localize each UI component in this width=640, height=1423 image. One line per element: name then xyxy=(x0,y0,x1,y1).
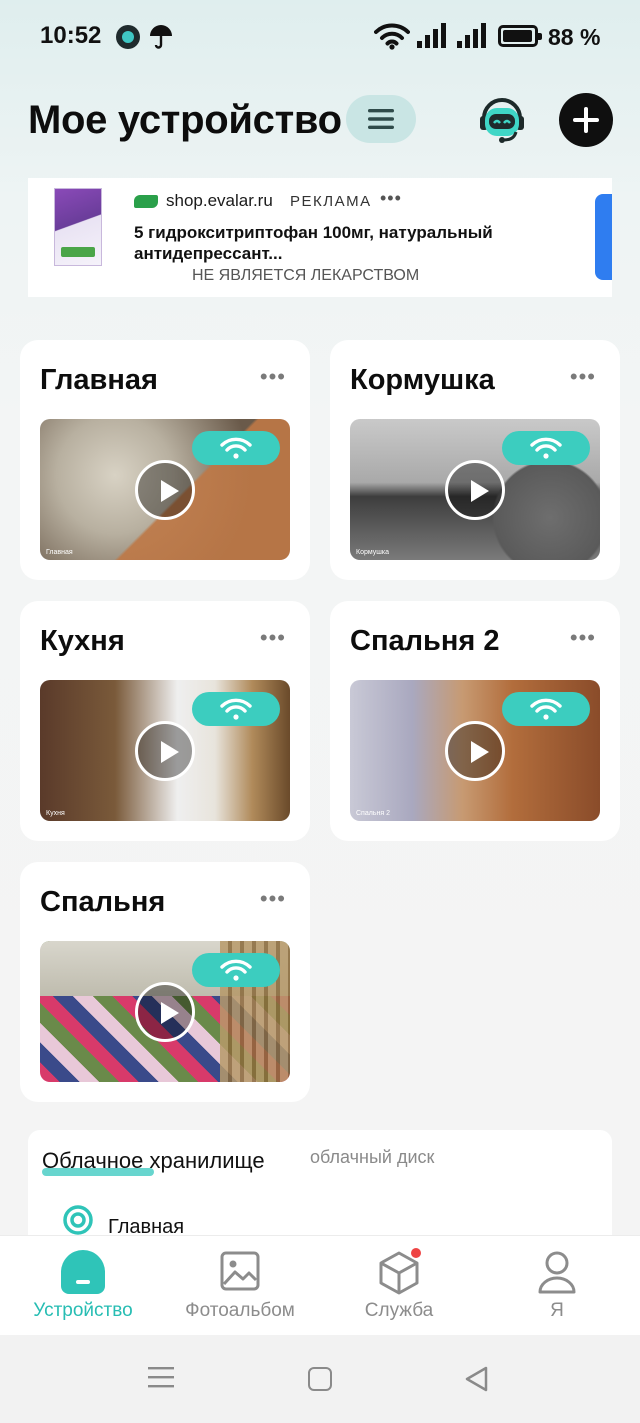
wifi-icon xyxy=(530,698,562,720)
tab-label: Я xyxy=(550,1300,564,1321)
device-name: Кухня xyxy=(40,625,125,657)
device-name: Главная xyxy=(40,364,158,396)
back-icon[interactable] xyxy=(464,1365,490,1393)
notification-badge xyxy=(411,1248,421,1258)
more-options-button[interactable]: ••• xyxy=(260,625,286,651)
wifi-icon xyxy=(530,437,562,459)
camera-preview[interactable] xyxy=(40,941,290,1082)
signal-icon-2 xyxy=(457,23,486,48)
more-options-button[interactable]: ••• xyxy=(570,625,596,651)
ad-text: 5 гидрокситриптофан 100мг, натуральный а… xyxy=(134,223,493,263)
home-icon xyxy=(61,1250,105,1294)
more-options-button[interactable]: ••• xyxy=(260,886,286,912)
wifi-status-icon xyxy=(374,23,410,50)
device-card[interactable]: Главная ••• Главная xyxy=(20,340,310,580)
wifi-status-badge xyxy=(192,692,280,726)
wifi-status-badge xyxy=(192,431,280,465)
ad-product-image xyxy=(54,188,102,266)
home-nav-icon[interactable] xyxy=(308,1367,332,1391)
device-card[interactable]: Спальня ••• xyxy=(20,862,310,1102)
ad-cta-button[interactable] xyxy=(595,194,612,280)
battery-icon xyxy=(498,25,542,47)
camera-lens-icon xyxy=(63,1205,93,1235)
camera-preview[interactable]: Кухня xyxy=(40,680,290,821)
umbrella-icon xyxy=(150,25,172,49)
device-name: Спальня xyxy=(40,886,166,918)
play-button[interactable] xyxy=(135,460,195,520)
photo-icon xyxy=(220,1251,260,1291)
ad-disclaimer: НЕ ЯВЛЯЕТСЯ ЛЕКАРСТВОМ xyxy=(192,267,420,284)
hamburger-icon xyxy=(368,109,394,129)
camera-preview[interactable]: Спальня 2 xyxy=(350,680,600,821)
tab-label: Фотоальбом xyxy=(185,1300,295,1321)
page-title: Мое устройство xyxy=(28,98,342,142)
ad-domain: shop.evalar.ru xyxy=(166,191,273,210)
device-name: Спальня 2 xyxy=(350,625,500,657)
device-card[interactable]: Спальня 2 ••• Спальня 2 xyxy=(330,601,620,841)
more-options-button[interactable]: ••• xyxy=(260,364,286,390)
camera-overlay-label: Спальня 2 xyxy=(356,810,390,817)
wifi-icon xyxy=(220,698,252,720)
evalar-logo xyxy=(134,195,158,208)
battery-percent: 88 % xyxy=(548,24,601,50)
more-options-button[interactable]: ••• xyxy=(570,364,596,390)
tab-label: Устройство xyxy=(33,1300,133,1321)
device-name: Кормушка xyxy=(350,364,495,396)
bottom-tab-bar: Устройство Фотоальбом Служба Я xyxy=(0,1235,640,1335)
signal-icon xyxy=(417,23,446,48)
tab-label: Служба xyxy=(364,1300,434,1321)
play-button[interactable] xyxy=(135,721,195,781)
tab-photo-album[interactable]: Фотоальбом xyxy=(160,1236,320,1336)
camera-preview[interactable]: Главная xyxy=(40,419,290,560)
tab-devices[interactable]: Устройство xyxy=(3,1236,163,1336)
play-button[interactable] xyxy=(445,460,505,520)
play-button[interactable] xyxy=(135,982,195,1042)
cloud-disk-tab[interactable]: облачный диск xyxy=(310,1147,434,1168)
plus-icon xyxy=(573,107,599,133)
person-icon xyxy=(538,1251,576,1294)
add-device-button[interactable] xyxy=(559,93,613,147)
ad-more-button[interactable]: ••• xyxy=(380,188,402,209)
wifi-icon xyxy=(220,959,252,981)
wifi-status-badge xyxy=(192,953,280,987)
device-card[interactable]: Кормушка ••• Кормушка xyxy=(330,340,620,580)
wifi-icon xyxy=(220,437,252,459)
camera-overlay-label: Кормушка xyxy=(356,549,389,556)
camera-preview[interactable]: Кормушка xyxy=(350,419,600,560)
system-navigation-bar xyxy=(0,1335,640,1423)
robot-assistant-icon[interactable] xyxy=(474,92,530,148)
status-time: 10:52 xyxy=(40,22,102,49)
tab-profile[interactable]: Я xyxy=(477,1236,637,1336)
play-button[interactable] xyxy=(445,721,505,781)
camera-overlay-label: Кухня xyxy=(46,810,65,817)
recents-icon[interactable] xyxy=(148,1365,174,1389)
wifi-status-badge xyxy=(502,431,590,465)
device-card[interactable]: Кухня ••• Кухня xyxy=(20,601,310,841)
cloud-storage-section: Облачное хранилище облачный диск Главная xyxy=(28,1130,612,1240)
ad-label: РЕКЛАМА xyxy=(290,193,372,210)
wifi-status-badge xyxy=(502,692,590,726)
cloud-storage-title[interactable]: Облачное хранилище xyxy=(42,1148,265,1174)
tab-service[interactable]: Служба xyxy=(319,1236,479,1336)
camera-overlay-label: Главная xyxy=(46,549,73,556)
ad-banner[interactable]: shop.evalar.ru РЕКЛАМА ••• 5 гидрокситри… xyxy=(28,178,612,297)
camera-app-icon xyxy=(116,25,140,49)
status-bar: 10:52 88 % xyxy=(0,0,640,72)
menu-button[interactable] xyxy=(346,95,416,143)
